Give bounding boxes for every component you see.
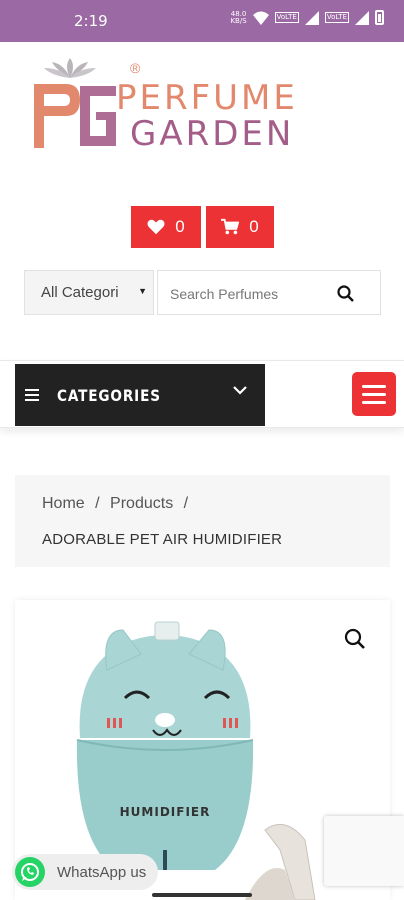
gesture-home-bar[interactable]	[152, 893, 252, 897]
breadcrumb-products[interactable]: Products	[110, 495, 173, 512]
hamburger-menu-button[interactable]	[352, 372, 396, 416]
recaptcha-badge[interactable]	[324, 816, 404, 886]
status-time: 2:19	[74, 12, 108, 30]
whatsapp-button[interactable]: WhatsApp us	[12, 854, 158, 890]
cart-button[interactable]: 0	[206, 206, 274, 248]
whatsapp-icon	[15, 857, 45, 887]
signal-icon-1	[304, 10, 319, 25]
category-select-value: All Categori	[41, 284, 119, 301]
volte-badge-1: VoLTE	[274, 12, 299, 23]
status-bar: 2:19 48.0 KB/S VoLTE VoLTE	[0, 0, 404, 42]
search-input[interactable]	[158, 271, 332, 316]
whatsapp-label: WhatsApp us	[57, 863, 147, 881]
logo-word-perfume: PERFUME	[116, 78, 298, 118]
wifi-icon	[252, 11, 269, 25]
battery-icon	[375, 10, 384, 25]
site-logo[interactable]: ® PERFUME GARDEN	[30, 56, 350, 156]
net-speed: 48.0 KB/S	[230, 9, 247, 25]
chevron-down-icon	[233, 386, 247, 395]
status-icons: 48.0 KB/S VoLTE VoLTE	[230, 10, 384, 25]
search-field	[157, 270, 381, 316]
volte-badge-2: VoLTE	[324, 12, 349, 23]
registered-mark: ®	[130, 60, 141, 76]
product-image-label: HUMIDIFIER	[120, 805, 211, 819]
search-bar: All Categori ▼	[24, 270, 381, 316]
heart-icon	[147, 219, 165, 235]
categories-label: CATEGORIES	[57, 385, 161, 405]
category-select[interactable]: All Categori ▼	[24, 270, 154, 315]
list-icon	[25, 386, 39, 404]
select-arrow-icon: ▼	[138, 286, 147, 296]
nav-bar: CATEGORIES	[0, 360, 404, 428]
wishlist-count: 0	[175, 217, 185, 236]
search-icon[interactable]	[337, 285, 354, 302]
cart-count: 0	[249, 217, 259, 236]
signal-icon-2	[355, 10, 369, 25]
pg-lotus-logo-icon	[34, 58, 116, 148]
breadcrumb-separator: /	[183, 495, 189, 512]
wishlist-button[interactable]: 0	[131, 206, 201, 248]
breadcrumb: Home / Products / ADORABLE PET AIR HUMID…	[15, 475, 390, 567]
categories-dropdown[interactable]: CATEGORIES	[15, 364, 265, 426]
breadcrumb-home[interactable]: Home	[42, 495, 85, 512]
cart-icon	[221, 218, 240, 235]
breadcrumb-current: ADORABLE PET AIR HUMIDIFIER	[42, 531, 283, 548]
logo-word-garden: GARDEN	[130, 114, 295, 154]
breadcrumb-separator: /	[95, 495, 100, 512]
